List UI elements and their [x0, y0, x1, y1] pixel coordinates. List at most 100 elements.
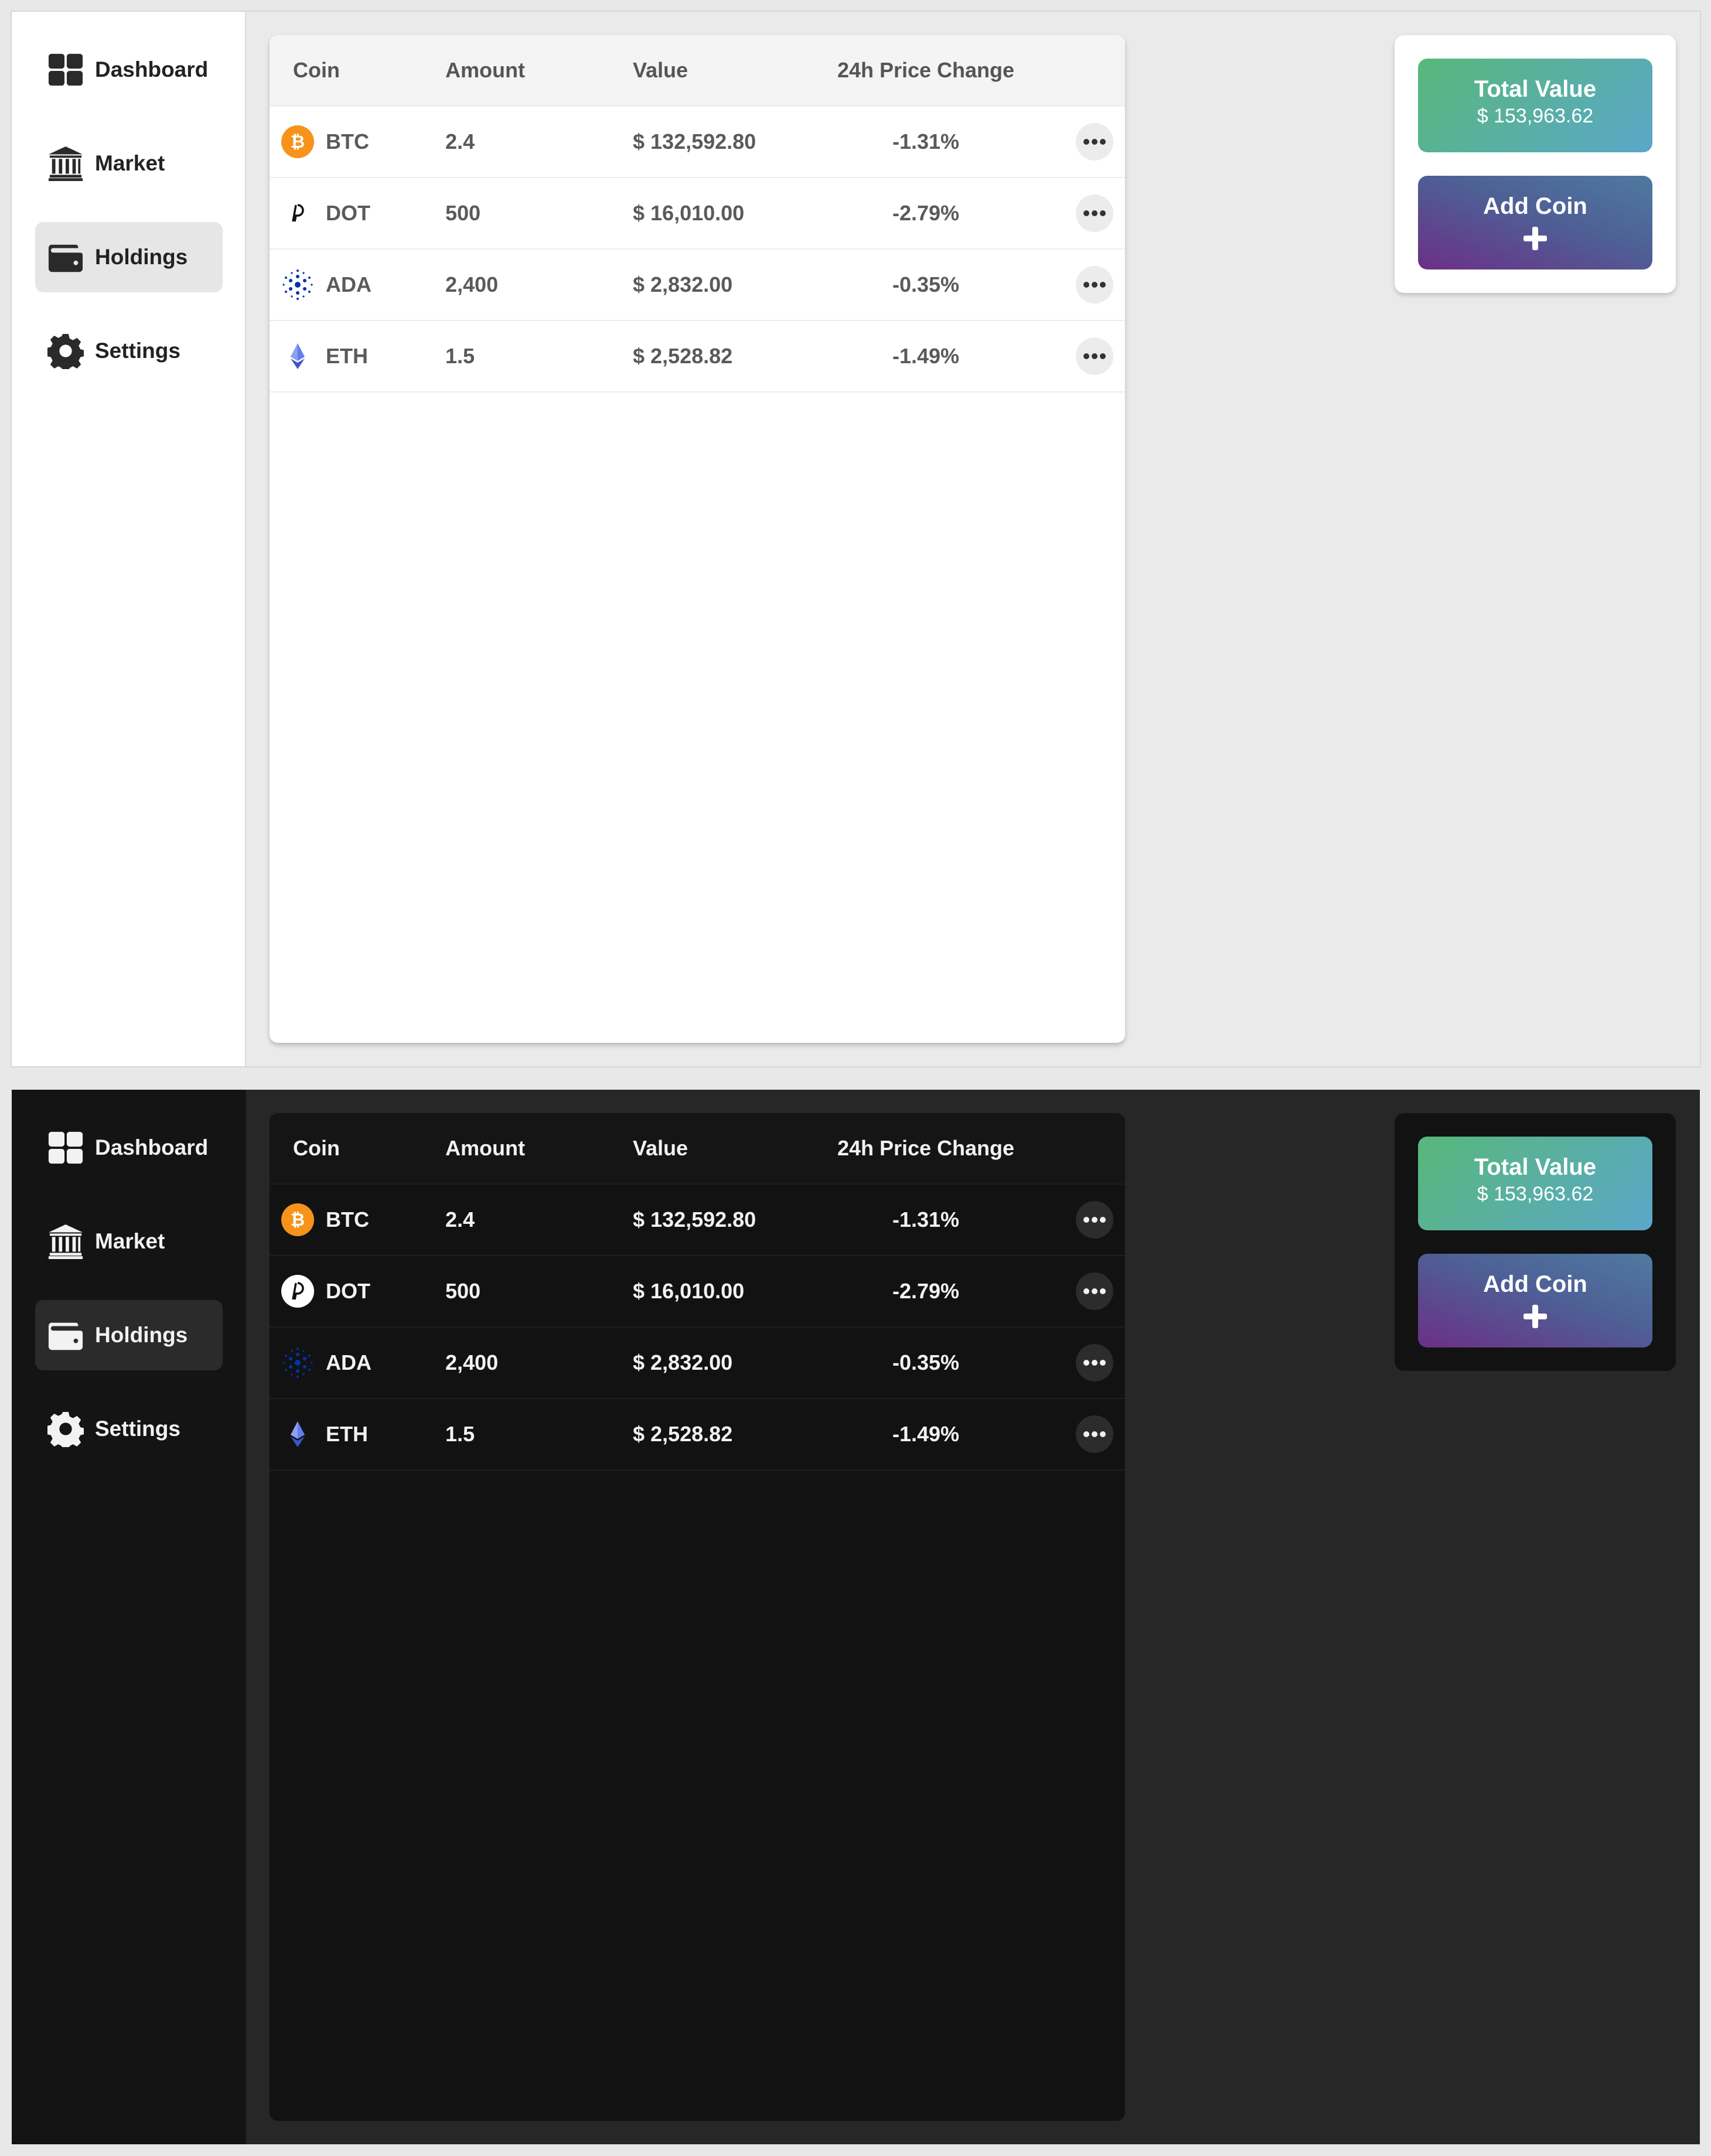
- value-cell: $ 132,592.80: [633, 129, 756, 153]
- coin-symbol: BTC: [326, 129, 369, 153]
- plus-icon: [1523, 1305, 1547, 1328]
- nav-item-holdings[interactable]: Holdings: [35, 222, 223, 292]
- value-cell: $ 2,832.00: [633, 272, 733, 296]
- coin-symbol: BTC: [326, 1207, 369, 1231]
- value-cell: $ 2,528.82: [633, 1422, 733, 1446]
- coin-symbol: ETH: [326, 1422, 368, 1446]
- amount-cell: 500: [445, 201, 481, 225]
- dashboard-icon: [47, 1129, 84, 1166]
- nav-item-market[interactable]: Market: [35, 1206, 223, 1277]
- more-options-button[interactable]: [1076, 266, 1113, 303]
- more-options-button[interactable]: [1076, 1273, 1113, 1310]
- more-options-button[interactable]: [1076, 337, 1113, 375]
- plus-icon: [1523, 227, 1547, 250]
- ellipsis-icon: [1083, 210, 1106, 216]
- gear-icon: [47, 1410, 84, 1448]
- header-amount: Amount: [445, 1136, 525, 1160]
- change-cell: -0.35%: [892, 272, 960, 296]
- more-options-button[interactable]: [1076, 1344, 1113, 1381]
- change-cell: -0.35%: [892, 1350, 960, 1374]
- header-change: 24h Price Change: [837, 1136, 1015, 1160]
- table-row[interactable]: ADA 2,400 $ 2,832.00 -0.35%: [270, 250, 1125, 321]
- amount-cell: 1.5: [445, 1422, 475, 1446]
- wallet-icon: [47, 1316, 84, 1354]
- table-row[interactable]: DOT 500 $ 16,010.00 -2.79%: [270, 178, 1125, 250]
- add-coin-button[interactable]: Add Coin: [1418, 176, 1652, 270]
- nav-item-dashboard[interactable]: Dashboard: [35, 35, 223, 105]
- dark-theme-window: Dashboard Market Holdings Settings Coin …: [12, 1090, 1700, 2144]
- table-row[interactable]: ADA 2,400 $ 2,832.00 -0.35%: [270, 1328, 1125, 1399]
- coin-symbol: ADA: [326, 1350, 371, 1374]
- change-cell: -2.79%: [892, 1279, 960, 1303]
- gear-icon: [47, 332, 84, 370]
- change-cell: -1.31%: [892, 129, 960, 153]
- table-row[interactable]: ₿ BTC 2.4 $ 132,592.80 -1.31%: [270, 107, 1125, 178]
- ellipsis-icon: [1083, 282, 1106, 288]
- polkadot-icon: [281, 1275, 314, 1308]
- svg-text:₿: ₿: [291, 1210, 305, 1230]
- bank-icon: [47, 145, 84, 182]
- nav-item-dashboard[interactable]: Dashboard: [35, 1113, 223, 1183]
- holdings-table: Coin Amount Value 24h Price Change ₿ BTC…: [270, 35, 1125, 1043]
- more-options-button[interactable]: [1076, 1201, 1113, 1239]
- more-options-button[interactable]: [1076, 195, 1113, 232]
- nav-label: Market: [95, 1229, 165, 1253]
- value-cell: $ 2,528.82: [633, 344, 733, 368]
- table-row[interactable]: DOT 500 $ 16,010.00 -2.79%: [270, 1256, 1125, 1328]
- sidebar: Dashboard Market Holdings Settings: [12, 12, 246, 1066]
- ellipsis-icon: [1083, 139, 1106, 145]
- value-cell: $ 2,832.00: [633, 1350, 733, 1374]
- total-value-box: Total Value $ 153,963.62: [1418, 59, 1652, 152]
- dashboard-icon: [47, 51, 84, 88]
- coin-symbol: DOT: [326, 1279, 370, 1303]
- holdings-table: Coin Amount Value 24h Price Change ₿ BTC…: [270, 1113, 1125, 2121]
- nav-label: Settings: [95, 1417, 180, 1441]
- ethereum-icon: [281, 1418, 314, 1451]
- add-coin-label: Add Coin: [1483, 193, 1587, 219]
- amount-cell: 1.5: [445, 344, 475, 368]
- header-value: Value: [633, 58, 689, 82]
- header-coin: Coin: [293, 58, 340, 82]
- more-options-button[interactable]: [1076, 123, 1113, 161]
- nav-item-holdings[interactable]: Holdings: [35, 1300, 223, 1370]
- table-row[interactable]: ETH 1.5 $ 2,528.82 -1.49%: [270, 321, 1125, 393]
- amount-cell: 2,400: [445, 272, 499, 296]
- cardano-icon: [281, 1346, 314, 1379]
- add-coin-button[interactable]: Add Coin: [1418, 1254, 1652, 1348]
- amount-cell: 2.4: [445, 129, 475, 153]
- more-options-button[interactable]: [1076, 1415, 1113, 1453]
- bank-icon: [47, 1223, 84, 1260]
- amount-cell: 500: [445, 1279, 481, 1303]
- bitcoin-icon: ₿: [281, 125, 314, 158]
- nav-label: Dashboard: [95, 1135, 209, 1159]
- ellipsis-icon: [1083, 1288, 1106, 1294]
- wallet-icon: [47, 238, 84, 276]
- nav-item-settings[interactable]: Settings: [35, 316, 223, 386]
- total-value-box: Total Value $ 153,963.62: [1418, 1137, 1652, 1230]
- ellipsis-icon: [1083, 1360, 1106, 1366]
- coin-symbol: ETH: [326, 344, 368, 368]
- nav-item-settings[interactable]: Settings: [35, 1394, 223, 1464]
- table-row[interactable]: ₿ BTC 2.4 $ 132,592.80 -1.31%: [270, 1185, 1125, 1256]
- ellipsis-icon: [1083, 353, 1106, 359]
- summary-card: Total Value $ 153,963.62 Add Coin: [1395, 1113, 1676, 1371]
- amount-cell: 2,400: [445, 1350, 499, 1374]
- bitcoin-icon: ₿: [281, 1203, 314, 1236]
- total-value-amount: $ 153,963.62: [1477, 105, 1594, 127]
- nav-label: Settings: [95, 339, 180, 363]
- total-value-title: Total Value: [1474, 1154, 1597, 1180]
- header-change: 24h Price Change: [837, 58, 1015, 82]
- value-cell: $ 16,010.00: [633, 1279, 745, 1303]
- header-coin: Coin: [293, 1136, 340, 1160]
- amount-cell: 2.4: [445, 1207, 475, 1231]
- table-row[interactable]: ETH 1.5 $ 2,528.82 -1.49%: [270, 1399, 1125, 1471]
- header-amount: Amount: [445, 58, 525, 82]
- nav-label: Holdings: [95, 1323, 188, 1347]
- value-cell: $ 132,592.80: [633, 1207, 756, 1231]
- header-value: Value: [633, 1136, 689, 1160]
- ellipsis-icon: [1083, 1431, 1106, 1437]
- change-cell: -1.31%: [892, 1207, 960, 1231]
- nav-item-market[interactable]: Market: [35, 128, 223, 199]
- summary-card: Total Value $ 153,963.62 Add Coin: [1395, 35, 1676, 293]
- ellipsis-icon: [1083, 1217, 1106, 1223]
